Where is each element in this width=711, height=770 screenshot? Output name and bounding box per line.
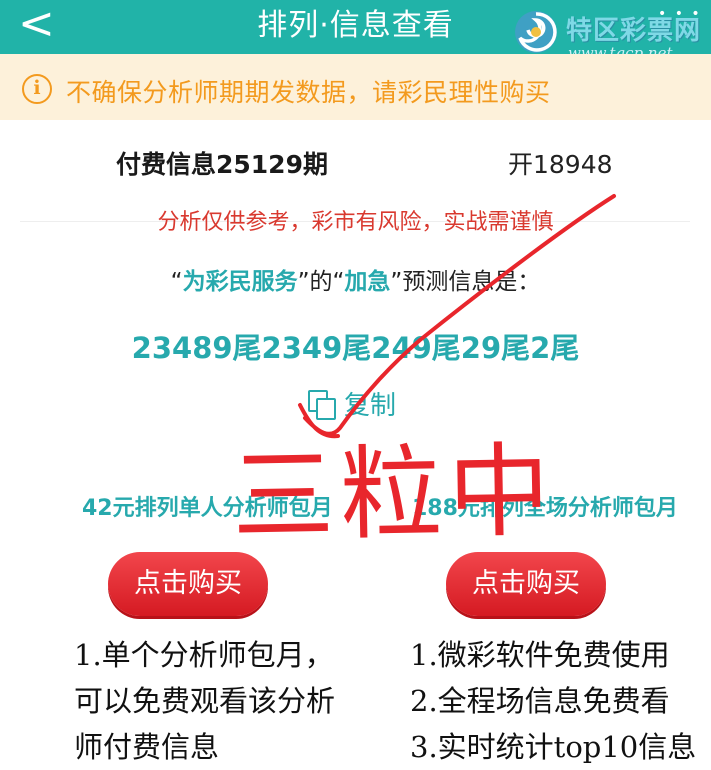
prediction-service-name: 为彩民服务: [182, 269, 298, 295]
copy-icon: [308, 390, 336, 420]
feature-line: 2.全程场信息免费看: [410, 684, 670, 718]
feature-line: 1.单个分析师包月，: [74, 638, 334, 672]
plan-features-all: 1.微彩软件免费使用 2.全程场信息免费看 3.实时统计top10信息: [410, 632, 696, 770]
feature-line: 可以免费观看该分析: [74, 684, 336, 718]
copy-label: 复制: [344, 391, 397, 421]
prediction-value: 23489尾2349尾249尾29尾2尾: [131, 331, 580, 365]
open-number: 开18948: [508, 150, 613, 179]
swirl-logo-icon: [515, 11, 557, 53]
feature-line: 3.实时统计top10信息: [410, 730, 697, 764]
copy-button[interactable]: 复制: [308, 386, 396, 426]
feature-line: 师付费信息: [74, 730, 220, 764]
prediction-quote: “: [170, 269, 183, 295]
paid-info-title: 付费信息25129期: [116, 150, 328, 179]
plan-features-single: 1.单个分析师包月， 可以免费观看该分析 师付费信息: [74, 632, 335, 770]
prediction-suffix: ”预测信息是：: [390, 269, 541, 295]
risk-disclaimer: 分析仅供参考，彩市有风险，实战需谨慎: [157, 210, 554, 235]
buy-button-all[interactable]: 点击购买: [446, 552, 606, 616]
prediction-quote: ”的“: [297, 269, 345, 295]
buy-button-single[interactable]: 点击购买: [108, 552, 268, 616]
prediction-label: “为彩民服务”的“加急”预测信息是：: [0, 266, 711, 298]
handwritten-stamp: 三粒中: [230, 432, 558, 557]
feature-line: 1.微彩软件免费使用: [410, 638, 670, 672]
prediction-urgent-tag: 加急: [344, 269, 391, 295]
notice-text: 不确保分析师期期发数据，请彩民理性购买: [66, 78, 551, 107]
more-dots-icon: • • •: [658, 6, 702, 22]
info-icon: i: [22, 74, 52, 104]
